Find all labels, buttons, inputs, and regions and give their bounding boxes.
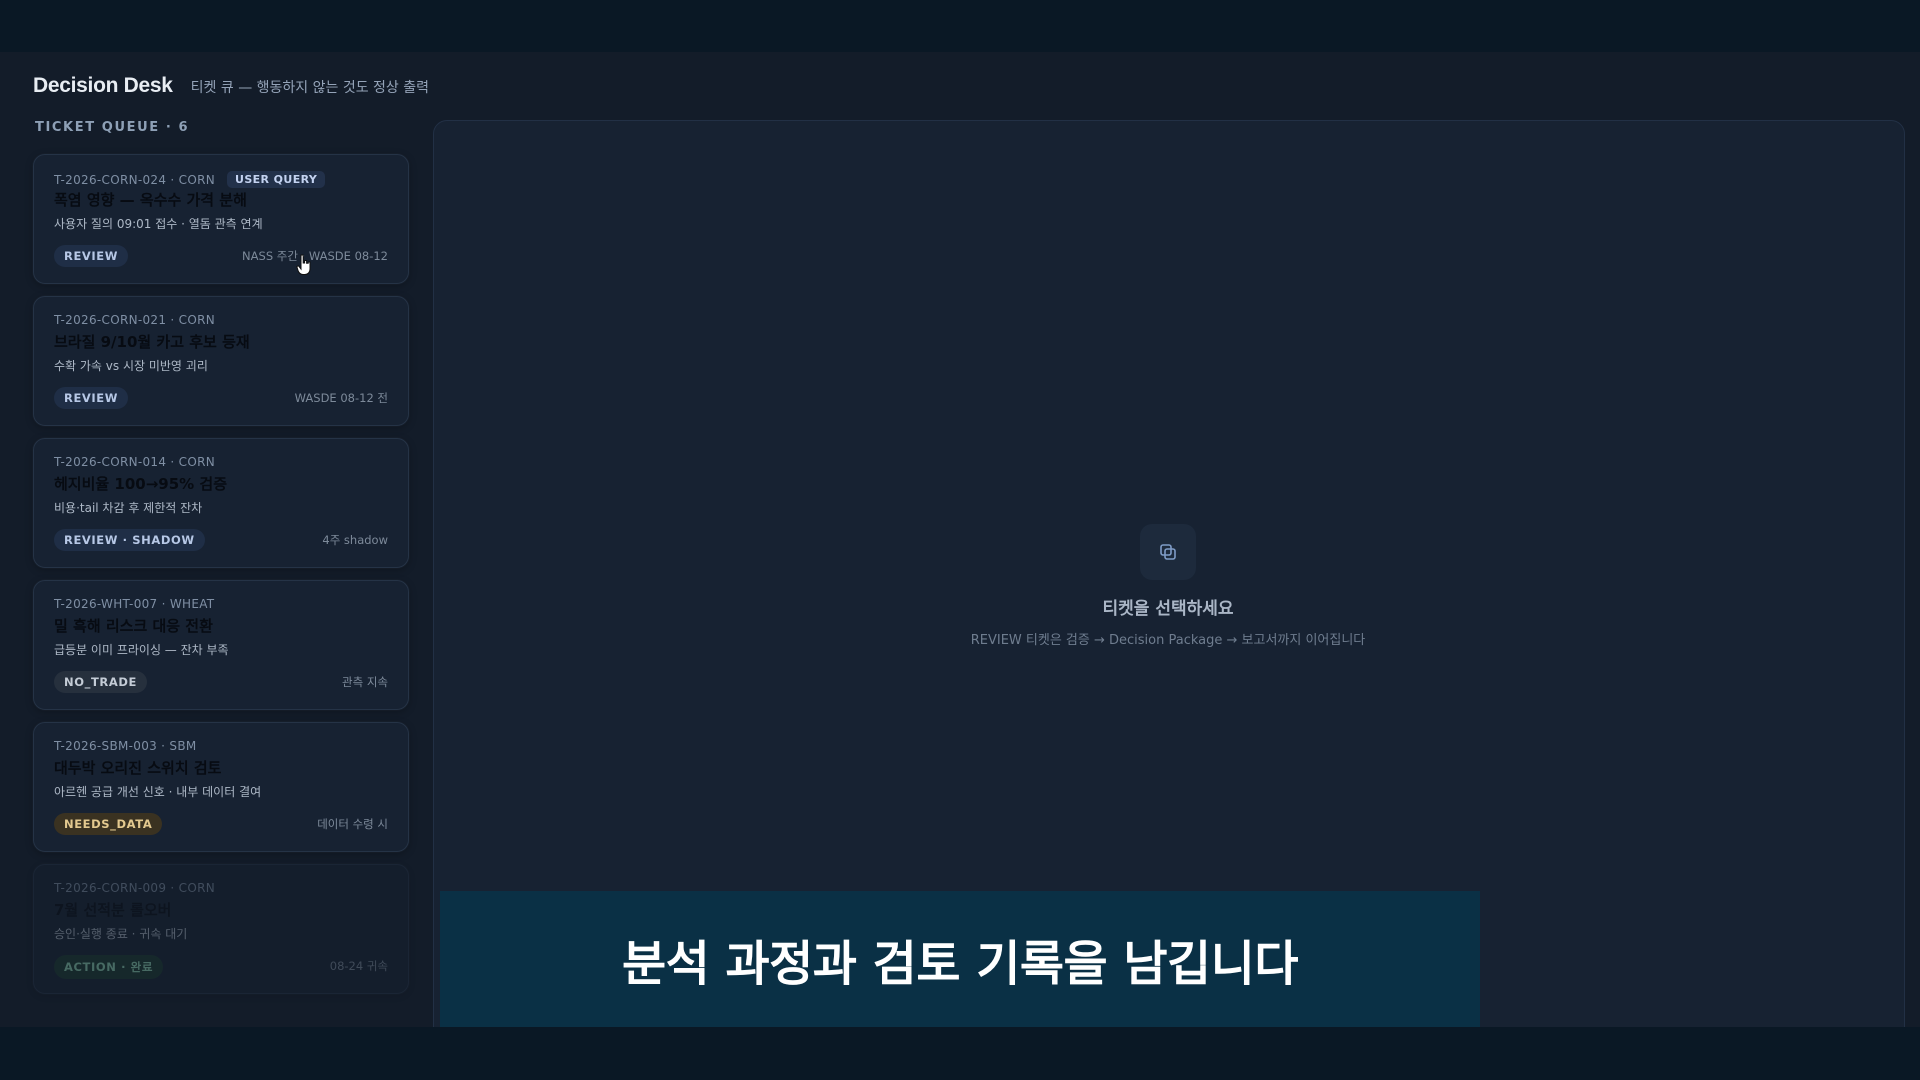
ticket-description: 비용·tail 차감 후 제한적 잔차 xyxy=(54,501,203,515)
ticket-description: 아르헨 공급 개선 신호 · 내부 데이터 결여 xyxy=(54,785,262,799)
ticket-title: 밀 흑해 리스크 대응 전환 xyxy=(54,617,213,635)
copy-icon xyxy=(1140,524,1196,580)
ticket-meta-row: T-2026-CORN-014 · CORN xyxy=(54,455,215,469)
status-badge: REVIEW xyxy=(54,245,129,267)
ticket-meta-row: T-2026-SBM-003 · SBM xyxy=(54,739,197,753)
ticket-due: 데이터 수령 시 xyxy=(317,817,388,831)
subtitle-caption: 분석 과정과 검토 기록을 남깁니다 xyxy=(440,891,1480,1027)
ticket-card-corn-024[interactable]: T-2026-CORN-024 · CORN USER QUERY 폭염 영향 … xyxy=(33,154,409,284)
ticket-title: 브라질 9/10월 카고 후보 등재 xyxy=(54,333,250,351)
ticket-description: 승인·실행 종료 · 귀속 대기 xyxy=(54,927,188,941)
ticket-due: WASDE 08-12 전 xyxy=(294,391,388,405)
ticket-id: T-2026-CORN-009 · CORN xyxy=(54,881,215,895)
mouse-pointer-icon xyxy=(296,254,311,275)
ticket-card-sbm-003[interactable]: T-2026-SBM-003 · SBM 대두박 오리진 스위치 검토 아르헨 … xyxy=(33,722,409,852)
ticket-queue-label: TICKET QUEUE · 6 xyxy=(35,120,190,135)
ticket-title: 헤지비율 100→95% 검증 xyxy=(54,475,228,493)
ticket-due: 4주 shadow xyxy=(322,533,388,547)
status-badge: REVIEW xyxy=(54,387,129,409)
ticket-card-wht-007[interactable]: T-2026-WHT-007 · WHEAT 밀 흑해 리스크 대응 전환 급등… xyxy=(33,580,409,710)
ticket-description: 사용자 질의 09:01 접수 · 열돔 관측 연계 xyxy=(54,217,263,231)
ticket-card-corn-009[interactable]: T-2026-CORN-009 · CORN 7월 선적분 롤오버 승인·실행 … xyxy=(33,864,409,994)
empty-state-description: REVIEW 티켓은 검증 → Decision Package → 보고서까지… xyxy=(970,633,1366,648)
ticket-meta-row: T-2026-CORN-009 · CORN xyxy=(54,881,215,895)
ticket-queue: T-2026-CORN-024 · CORN USER QUERY 폭염 영향 … xyxy=(33,154,411,1006)
ticket-card-corn-021[interactable]: T-2026-CORN-021 · CORN 브라질 9/10월 카고 후보 등… xyxy=(33,296,409,426)
ticket-id: T-2026-CORN-024 · CORN xyxy=(54,172,215,187)
app-title: Decision Desk xyxy=(33,74,173,97)
status-badge: ACTION · 완료 xyxy=(54,955,163,979)
header: Decision Desk 티켓 큐 — 행동하지 않는 것도 정상 출력 xyxy=(33,74,429,98)
status-badge: REVIEW · SHADOW xyxy=(54,529,205,551)
ticket-due: 관측 지속 xyxy=(342,675,388,689)
ticket-id: T-2026-CORN-014 · CORN xyxy=(54,455,215,469)
ticket-due: 08-24 귀속 xyxy=(329,959,388,973)
top-letterbox xyxy=(0,0,1920,52)
ticket-id: T-2026-CORN-021 · CORN xyxy=(54,313,215,327)
ticket-title: 폭염 영향 — 옥수수 가격 분해 xyxy=(54,191,247,209)
ticket-meta-row: T-2026-CORN-024 · CORN USER QUERY xyxy=(54,171,326,188)
decision-desk-app: Decision Desk 티켓 큐 — 행동하지 않는 것도 정상 출력 TI… xyxy=(0,52,1920,1027)
ticket-description: 수확 가속 vs 시장 미반영 괴리 xyxy=(54,359,208,373)
ticket-description: 급등분 이미 프라이싱 — 잔차 부족 xyxy=(54,643,229,657)
ticket-meta-row: T-2026-CORN-021 · CORN xyxy=(54,313,215,327)
ticket-title: 대두박 오리진 스위치 검토 xyxy=(54,759,222,777)
ticket-due: NASS 주간 · WASDE 08-12 xyxy=(242,249,388,263)
empty-state-title: 티켓을 선택하세요 xyxy=(1102,599,1234,619)
caption-text: 분석 과정과 검토 기록을 남깁니다 xyxy=(621,936,1299,992)
ticket-card-corn-014[interactable]: T-2026-CORN-014 · CORN 헤지비율 100→95% 검증 비… xyxy=(33,438,409,568)
status-badge: NEEDS_DATA xyxy=(54,813,163,835)
user-query-tag: USER QUERY xyxy=(226,171,326,188)
ticket-title: 7월 선적분 롤오버 xyxy=(54,901,172,919)
app-subtitle: 티켓 큐 — 행동하지 않는 것도 정상 출력 xyxy=(190,80,430,96)
ticket-meta-row: T-2026-WHT-007 · WHEAT xyxy=(54,597,214,611)
bottom-letterbox xyxy=(0,1027,1920,1080)
ticket-id: T-2026-WHT-007 · WHEAT xyxy=(54,597,215,611)
ticket-id: T-2026-SBM-003 · SBM xyxy=(54,739,197,753)
status-badge: NO_TRADE xyxy=(54,671,147,693)
